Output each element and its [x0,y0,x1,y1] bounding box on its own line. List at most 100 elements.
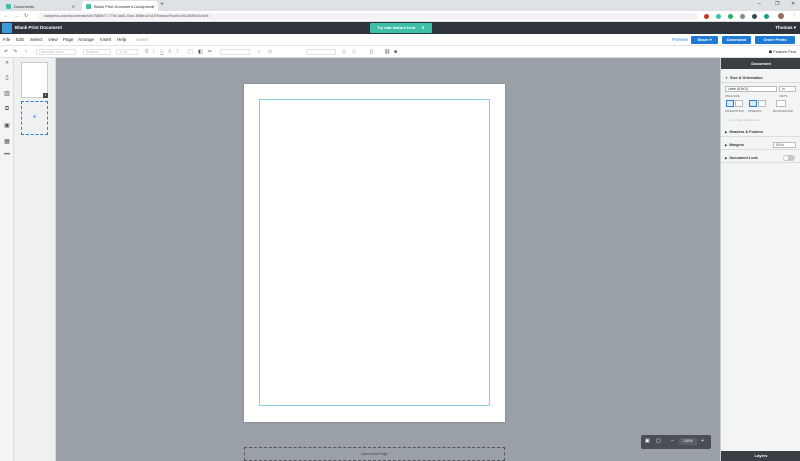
user-menu[interactable]: Thomas ▾ [775,25,796,31]
browser-tab-documents[interactable]: Documents ✕ [2,1,78,11]
opacity-select[interactable] [306,49,336,55]
text-color-icon[interactable]: A [168,49,171,55]
zoom-in-icon[interactable]: + [701,438,704,444]
font-family-select[interactable]: Liberation Sans [36,49,76,55]
reload-icon[interactable]: ↻ [24,13,28,19]
menu-select[interactable]: Select [30,37,43,42]
link-icon[interactable]: ⛓ [384,49,390,55]
image-icon[interactable]: ▣ [645,438,650,444]
folder-icon[interactable] [2,23,12,33]
group-icon[interactable]: ⊡ [352,49,356,55]
spreads-button[interactable] [758,100,766,107]
try-feature-label: Try add feature feed [377,25,416,30]
zoom-out-icon[interactable]: − [671,438,674,444]
underline-icon[interactable]: U [160,49,164,55]
expand-panel-icon[interactable]: » [3,60,11,66]
close-icon[interactable]: ✕ [421,25,424,30]
single-page-button[interactable] [749,100,757,107]
extension-icon[interactable] [740,14,745,19]
close-window-button[interactable]: ✕ [791,1,795,7]
url-input[interactable]: lucidpress.com/documents/edit/7586fe77-7… [38,13,698,20]
redo-icon[interactable]: ↷ [13,49,17,55]
maximize-button[interactable]: ❐ [775,1,779,7]
landscape-orientation-button[interactable] [735,100,743,107]
background-color-button[interactable] [776,100,786,107]
tables-icon[interactable]: ▦ [3,138,11,145]
font-style-select[interactable]: Regular [83,49,111,55]
menu-edit[interactable]: Edit [16,37,24,42]
page-number-badge: 1 [43,93,48,98]
distribute-icon[interactable]: ⊟ [342,49,346,55]
portrait-orientation-button[interactable] [726,100,734,107]
line-color-icon[interactable]: ✏ [208,49,212,55]
text-options-icon[interactable]: T [176,49,179,55]
undo-icon[interactable]: ↶ [4,49,8,55]
extension-icon[interactable] [716,14,721,19]
menu-insert[interactable]: Insert [100,37,111,42]
preview-link[interactable]: Preview [672,37,688,42]
new-tab-button[interactable]: + [160,1,164,8]
try-feature-button[interactable]: Try add feature feed ✕ [370,23,432,33]
minimize-button[interactable]: – [758,1,761,7]
menu-help[interactable]: Help [117,37,126,42]
editor-canvas[interactable]: Add a New Page ▣ ▢ − 110% + [56,58,720,461]
line-style-icon[interactable]: ≡ [258,49,261,55]
templates-icon[interactable]: ▥ [3,90,11,97]
formatting-toolbar: ↶ ↷ ✎ Liberation Sans Regular 10 pt B I … [0,46,800,58]
layers-tab[interactable]: Layers [721,451,800,461]
units-select[interactable]: in [779,86,796,92]
share-button[interactable]: Share ▾ [691,36,718,44]
comment-icon[interactable]: ▢ [656,438,661,444]
margin-guide [259,99,490,406]
back-icon[interactable]: ← [4,13,9,19]
page-icon[interactable]: ▯ [370,49,373,55]
download-button[interactable]: Download [722,36,751,44]
extension-icon[interactable] [704,14,709,19]
menu-page[interactable]: Page [63,37,74,42]
add-new-page-button[interactable]: Add a New Page [244,447,505,461]
extension-icon[interactable] [752,14,757,19]
format-painter-icon[interactable]: ✎ [24,49,28,55]
feature-find-button[interactable]: ☗ Feature Find [769,49,796,54]
italic-icon[interactable]: I [153,49,154,55]
document-lock-toggle[interactable] [783,155,795,161]
line-width-select[interactable] [220,49,250,55]
section-label: Document Lock [729,156,758,160]
menu-file[interactable]: File [3,37,10,42]
browser-tab-active-document[interactable]: Blank Print Document Lucidpress ✕ [82,1,158,11]
page-thumbnail[interactable]: 1 [21,62,48,98]
forward-icon[interactable]: → [14,13,19,19]
fill-color-icon[interactable]: ◧ [198,49,203,55]
section-label: Size & Orientation [729,76,763,80]
expand-icon: ▶ [725,143,728,147]
document-title[interactable]: Blank Print Document [15,25,62,30]
menu-arrange[interactable]: Arrange [78,37,94,42]
extension-icon[interactable] [728,14,733,19]
pages-icon[interactable]: ▯ [3,74,11,81]
close-tab-icon[interactable]: ✕ [152,4,155,9]
document-page[interactable] [244,84,505,422]
shapes-icon[interactable]: ⧉ [3,106,11,113]
background-label: BACKGROUND [773,109,794,113]
headers-footers-section[interactable]: ▶ Headers & Footers [721,127,800,137]
images-icon[interactable]: ▣ [3,122,11,129]
order-prints-button[interactable]: Order Prints [755,36,795,44]
zoom-level[interactable]: 110% [679,438,697,445]
add-page-thumbnail[interactable]: + [21,101,48,135]
browser-address-bar: ← → ↻ lucidpress.com/documents/edit/7586… [0,11,800,22]
align-icon[interactable]: ⊞ [268,49,272,55]
menu-view[interactable]: View [48,37,58,42]
bold-icon[interactable]: B [145,49,149,55]
document-properties-panel: Document ▼ Size & Orientation Letter (8.5… [720,58,800,461]
size-orientation-section[interactable]: ▼ Size & Orientation [721,73,800,83]
crop-icon[interactable]: ⬚ [188,49,193,55]
page-size-select[interactable]: Letter (8.5x11) [725,86,777,92]
margins-input[interactable]: 0.5 in [773,142,796,148]
font-size-select[interactable]: 10 pt [116,49,138,55]
more-icon[interactable]: ••• [3,152,11,158]
browser-menu-icon[interactable]: ⋮ [792,13,797,19]
profile-avatar[interactable] [778,13,784,19]
extension-icon[interactable] [764,14,769,19]
close-tab-icon[interactable]: ✕ [72,4,75,9]
lock-icon[interactable]: ■ [394,49,397,55]
